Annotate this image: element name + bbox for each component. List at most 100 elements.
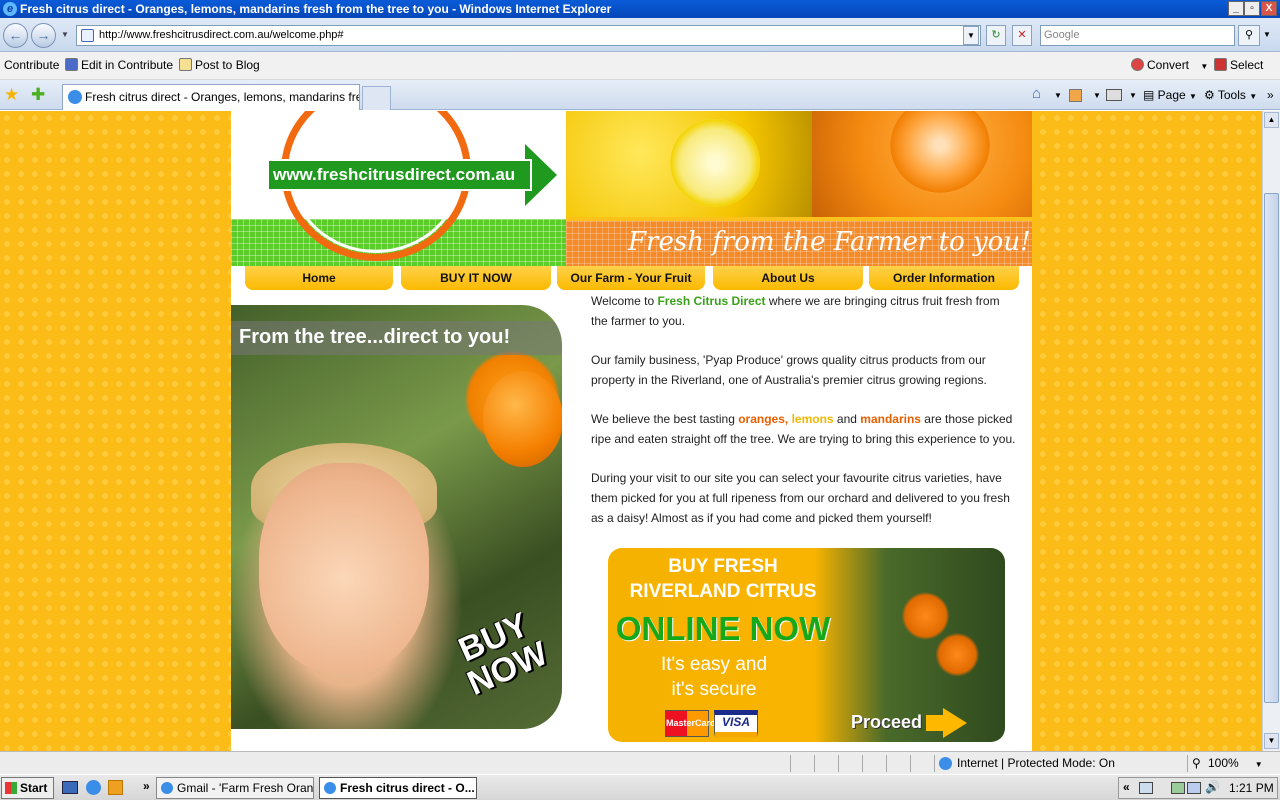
scroll-down-icon[interactable]: ▼: [1264, 733, 1279, 749]
status-bar: Internet | Protected Mode: On ⚲ 100% ▼: [0, 751, 1280, 774]
address-dropdown-icon[interactable]: ▼: [963, 26, 979, 45]
banner-online-now: ONLINE NOW: [615, 610, 831, 647]
convert-button[interactable]: Convert ▼: [1131, 58, 1208, 72]
feeds-dropdown-icon[interactable]: ▼: [1093, 91, 1101, 100]
status-cell: [862, 755, 886, 772]
site-url-banner[interactable]: www.freshcitrusdirect.com.au: [267, 159, 532, 191]
close-window-button[interactable]: X: [1261, 1, 1277, 16]
oranges-photo: [812, 111, 1032, 217]
network-icon[interactable]: [1187, 782, 1201, 794]
edit-in-contribute-link[interactable]: Edit in Contribute: [65, 58, 173, 72]
home-dropdown-icon[interactable]: ▼: [1054, 91, 1062, 100]
banner-secure: it's secure: [671, 679, 757, 700]
promo-caption: From the tree...direct to you!: [239, 326, 511, 348]
tools-menu[interactable]: ⚙ Tools ▼: [1204, 88, 1257, 102]
taskbar-gmail[interactable]: Gmail - 'Farm Fresh Oran...: [156, 777, 314, 799]
child-photo: [259, 463, 429, 673]
print-dropdown-icon[interactable]: ▼: [1129, 91, 1137, 100]
proceed-arrow-icon: [943, 708, 967, 738]
tray-display-icon[interactable]: [1139, 782, 1153, 794]
address-bar[interactable]: http://www.freshcitrusdirect.com.au/welc…: [76, 25, 981, 46]
quicklaunch-overflow-icon[interactable]: »: [143, 779, 150, 793]
system-tray: « 🔊 1:21 PM: [1118, 777, 1278, 799]
tray-app-icon[interactable]: [1171, 782, 1185, 794]
back-button[interactable]: ←: [3, 23, 28, 48]
tab-fresh-citrus[interactable]: Fresh citrus direct - Oranges, lemons, m…: [62, 84, 360, 110]
lemons-photo: [566, 111, 812, 217]
lemons-highlight: lemons: [791, 412, 834, 426]
oranges-highlight: oranges: [738, 412, 785, 426]
welcome-content: Welcome to Fresh Citrus Direct where we …: [591, 291, 1016, 547]
mastercard-logo: MasterCard: [665, 710, 716, 737]
zone-indicator[interactable]: Internet | Protected Mode: On: [934, 755, 1184, 772]
toolbar-overflow-icon[interactable]: »: [1267, 88, 1274, 102]
protected-mode-lock-icon[interactable]: [910, 755, 934, 772]
minimize-button[interactable]: _: [1228, 1, 1244, 16]
banner-easy: It's easy and: [660, 654, 768, 675]
stop-button[interactable]: ✕: [1012, 25, 1032, 46]
search-button[interactable]: ⚲: [1238, 25, 1260, 46]
scroll-up-icon[interactable]: ▲: [1264, 112, 1279, 128]
blog-icon: [179, 58, 192, 71]
visit-paragraph: During your visit to our site you can se…: [591, 471, 1010, 525]
forward-button[interactable]: →: [31, 23, 56, 48]
history-dropdown-icon[interactable]: ▼: [61, 30, 69, 39]
windows-taskbar: Start » Gmail - 'Farm Fresh Oran... Fres…: [0, 774, 1280, 800]
home-icon[interactable]: ⌂: [1032, 85, 1041, 102]
select-button[interactable]: Select: [1214, 58, 1263, 72]
tagline-band: Fresh from the Farmer to you!: [566, 217, 1032, 266]
buy-now-promo[interactable]: From the tree...direct to you! BUY NOW: [231, 305, 562, 729]
page-icon: [81, 29, 94, 42]
window-title: Fresh citrus direct - Oranges, lemons, m…: [20, 2, 612, 16]
search-input[interactable]: Google: [1040, 25, 1235, 46]
nav-about-us[interactable]: About Us: [713, 266, 863, 290]
status-cell: [886, 755, 910, 772]
tab-toolbar: ★ ✚ Fresh citrus direct - Oranges, lemon…: [0, 80, 1280, 110]
clock[interactable]: 1:21 PM: [1229, 781, 1274, 795]
vertical-scrollbar[interactable]: ▲ ▼: [1262, 111, 1280, 751]
buy-online-banner[interactable]: BUY FRESH RIVERLAND CITRUS ONLINE NOW It…: [608, 548, 1005, 742]
taskbar-fresh-citrus[interactable]: Fresh citrus direct - O...: [319, 777, 477, 799]
promo-buy-now-label: BUY NOW: [453, 605, 554, 703]
print-icon[interactable]: [1106, 89, 1122, 101]
nav-home[interactable]: Home: [245, 266, 393, 290]
zoom-control[interactable]: ⚲ 100% ▼: [1187, 755, 1267, 772]
page-menu[interactable]: ▤ Page ▼: [1143, 88, 1197, 102]
ie-logo-icon: e: [3, 2, 17, 16]
favorites-star-icon[interactable]: ★: [4, 85, 19, 105]
best-tasting-paragraph: We believe the best tasting oranges, lem…: [591, 412, 1016, 446]
contribute-link[interactable]: Contribute: [4, 58, 59, 72]
nav-buy-it-now[interactable]: BUY IT NOW: [401, 266, 551, 290]
ie-task-icon: [324, 782, 336, 794]
orange-slice: [890, 111, 990, 193]
media-quicklaunch-icon[interactable]: [108, 780, 123, 795]
refresh-button[interactable]: ↻: [986, 25, 1006, 46]
nav-order-information[interactable]: Order Information: [869, 266, 1019, 290]
add-favorites-icon[interactable]: ✚: [31, 85, 45, 105]
maximize-button[interactable]: ▫: [1244, 1, 1260, 16]
convert-icon: [1131, 58, 1144, 71]
search-options-icon[interactable]: ▼: [1263, 30, 1271, 39]
ie-tab-icon: [68, 90, 82, 104]
family-business-paragraph: Our family business, 'Pyap Produce' grow…: [591, 353, 987, 387]
status-cell: [790, 755, 814, 772]
page-viewport: www.freshcitrusdirect.com.au Fresh from …: [0, 111, 1262, 751]
zoom-icon: ⚲: [1192, 756, 1201, 770]
show-desktop-icon[interactable]: [62, 781, 78, 794]
post-to-blog-link[interactable]: Post to Blog: [179, 58, 260, 72]
windows-flag-icon: [5, 782, 17, 794]
tray-expand-icon[interactable]: «: [1123, 780, 1130, 794]
scroll-thumb[interactable]: [1264, 193, 1279, 703]
nav-our-farm[interactable]: Our Farm - Your Fruit: [557, 266, 705, 290]
banner-line-buy-fresh: BUY FRESH: [668, 556, 778, 577]
new-tab-button[interactable]: [362, 86, 391, 110]
ie-quicklaunch-icon[interactable]: [86, 780, 101, 795]
volume-icon[interactable]: 🔊: [1205, 780, 1220, 794]
feeds-icon[interactable]: [1069, 89, 1082, 102]
start-button[interactable]: Start: [1, 777, 54, 799]
links-toolbar: Contribute Edit in Contribute Post to Bl…: [0, 52, 1280, 80]
site-container: www.freshcitrusdirect.com.au Fresh from …: [231, 111, 1032, 751]
address-toolbar: ← → ▼ http://www.freshcitrusdirect.com.a…: [0, 18, 1280, 52]
gear-icon: ⚙: [1204, 88, 1218, 102]
header-logo-panel: www.freshcitrusdirect.com.au: [231, 111, 566, 266]
